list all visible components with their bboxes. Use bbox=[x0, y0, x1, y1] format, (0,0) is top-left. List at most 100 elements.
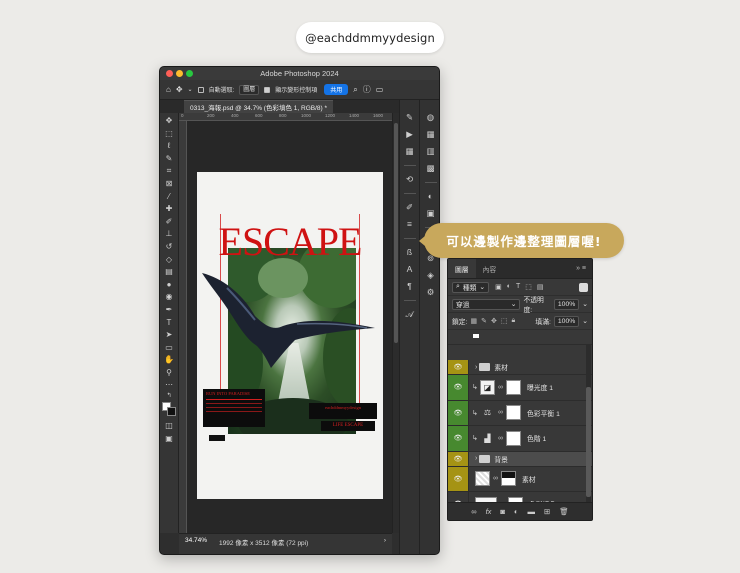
quick-select-tool-icon[interactable]: ✎ bbox=[163, 153, 176, 166]
link-icon[interactable]: ∞ bbox=[498, 384, 503, 391]
tab-layers[interactable]: 圖層 bbox=[448, 259, 476, 278]
blend-mode-dropdown[interactable]: 穿過 ⌄ bbox=[452, 298, 521, 310]
zoom-window-button[interactable] bbox=[186, 70, 193, 77]
chevron-right-icon[interactable]: › bbox=[475, 455, 477, 462]
eye-icon[interactable]: 👁︎ bbox=[448, 466, 469, 491]
lock-all-icon[interactable]: 🔒︎ bbox=[511, 317, 515, 325]
help-icon[interactable]: ⓘ bbox=[363, 84, 371, 95]
paths-icon[interactable]: ⚙ bbox=[424, 285, 438, 299]
clone-stamp-tool-icon[interactable]: ⊥ bbox=[163, 228, 176, 241]
eye-icon[interactable]: 👁︎ bbox=[448, 426, 469, 451]
background-color-swatch[interactable] bbox=[167, 407, 176, 417]
color-wheel-icon[interactable]: ◍ bbox=[424, 110, 438, 124]
vertical-scrollbar[interactable] bbox=[392, 113, 399, 533]
new-adjustment-icon[interactable]: ◐ bbox=[514, 507, 519, 516]
properties-icon[interactable]: ▣ bbox=[424, 206, 438, 220]
layers-scrollbar[interactable] bbox=[586, 345, 591, 503]
filter-toggle[interactable] bbox=[579, 282, 588, 292]
chevron-down-icon[interactable]: ⌄ bbox=[188, 86, 193, 93]
search-icon[interactable]: ⌕ bbox=[353, 85, 357, 95]
chevron-down-icon[interactable]: ⌄ bbox=[582, 300, 588, 308]
typekit-icon[interactable]: 𝒜 bbox=[403, 307, 417, 321]
lock-pixels-icon[interactable]: ✎ bbox=[481, 317, 487, 325]
scroll-thumb[interactable] bbox=[586, 387, 591, 497]
add-mask-icon[interactable]: ◙ bbox=[500, 507, 505, 516]
auto-select-dropdown[interactable]: 圖層 bbox=[239, 84, 260, 95]
blur-tool-icon[interactable]: ● bbox=[163, 279, 176, 292]
layer-group-assets[interactable]: 👁︎ › 素材 bbox=[448, 360, 592, 375]
layer-mask-thumbnail[interactable] bbox=[506, 430, 521, 446]
layer-levels[interactable]: 👁︎ ↳ ▟ ∞ 色階 1 bbox=[448, 426, 592, 452]
adjustment-filter-icon[interactable]: ◐ bbox=[507, 283, 511, 291]
layer-image-assets[interactable]: 👁︎ ∞ 素材 bbox=[448, 466, 592, 492]
eye-icon[interactable]: 👁︎ bbox=[448, 360, 469, 374]
eyedropper-tool-icon[interactable]: ⁄ bbox=[163, 191, 176, 204]
history-icon[interactable]: ⟲ bbox=[403, 172, 417, 186]
rectangle-tool-icon[interactable]: ▭ bbox=[163, 342, 176, 355]
layer-exposure[interactable]: 👁︎ ↳ ◪ ∞ 曝光度 1 bbox=[448, 375, 592, 401]
share-button[interactable]: 共用 bbox=[324, 84, 349, 95]
transform-controls-checkbox[interactable] bbox=[264, 86, 271, 93]
status-arrow-icon[interactable]: › bbox=[384, 537, 386, 544]
layer-group-background[interactable]: 👁︎ › 背景 bbox=[448, 451, 592, 467]
more-tools-icon[interactable]: ⋯ bbox=[163, 379, 176, 392]
document-tab[interactable]: 0313_海報.psd @ 34.7% (色彩填色 1, RGB/8) * bbox=[184, 100, 334, 113]
new-group-icon[interactable]: ▬ bbox=[527, 507, 535, 516]
home-icon[interactable]: ⌂ bbox=[166, 85, 171, 94]
layer-mask-thumbnail[interactable] bbox=[506, 405, 521, 421]
minimize-window-button[interactable] bbox=[176, 70, 183, 77]
lock-position-icon[interactable]: ✥ bbox=[491, 317, 497, 325]
layer-color-balance[interactable]: 👁︎ ↳ ⚖ ∞ 色彩平衡 1 bbox=[448, 400, 592, 426]
eye-icon[interactable]: 👁︎ bbox=[448, 375, 469, 400]
shape-filter-icon[interactable]: ⬚ bbox=[525, 283, 532, 291]
opacity-field[interactable]: 100% bbox=[553, 298, 580, 310]
quick-mask-icon[interactable]: ◫ bbox=[163, 420, 176, 433]
move-tool-icon[interactable]: ✥ bbox=[176, 85, 183, 94]
dodge-tool-icon[interactable]: ◉ bbox=[163, 291, 176, 304]
new-layer-icon[interactable]: ⊞ bbox=[544, 507, 550, 516]
trash-icon[interactable]: 🗑︎ bbox=[559, 507, 569, 516]
hand-tool-icon[interactable]: ✋ bbox=[163, 354, 176, 367]
pen-tool-icon[interactable]: ✒ bbox=[163, 304, 176, 317]
canvas-area[interactable]: ESCAPE RUN INTO PARADISE eachddmmyydesig… bbox=[187, 121, 392, 533]
lasso-tool-icon[interactable]: ℓ bbox=[163, 140, 176, 153]
scroll-thumb[interactable] bbox=[394, 123, 398, 343]
image-layer-thumbnail[interactable] bbox=[475, 471, 490, 487]
paragraph-icon[interactable]: ¶ bbox=[403, 279, 417, 293]
link-icon[interactable]: ∞ bbox=[498, 435, 503, 442]
glyphs-icon[interactable]: ß bbox=[403, 245, 417, 259]
brush-settings-icon[interactable]: ✐ bbox=[403, 200, 417, 214]
crop-tool-icon[interactable]: ⌗ bbox=[163, 165, 176, 178]
layer-mask-thumbnail[interactable] bbox=[501, 471, 516, 487]
type-tool-icon[interactable]: T bbox=[163, 317, 176, 330]
zoom-level[interactable]: 34.74% bbox=[185, 537, 207, 544]
lock-transparency-icon[interactable]: ▦ bbox=[470, 317, 477, 325]
frame-tool-icon[interactable]: ⊠ bbox=[163, 178, 176, 191]
gradients-icon[interactable]: ▥ bbox=[424, 144, 438, 158]
pixel-filter-icon[interactable]: ▣ bbox=[495, 283, 502, 291]
document-info[interactable]: 1992 像素 x 3512 像素 (72 ppi) bbox=[219, 537, 308, 547]
color-swatches[interactable] bbox=[162, 402, 176, 417]
smart-object-filter-icon[interactable]: ▤ bbox=[537, 283, 544, 291]
artboard-lock-icon[interactable]: ⬚ bbox=[501, 317, 508, 325]
poster-artboard[interactable]: ESCAPE RUN INTO PARADISE eachddmmyydesig… bbox=[197, 172, 383, 499]
history-brush-tool-icon[interactable]: ↺ bbox=[163, 241, 176, 254]
tab-properties[interactable]: 內容 bbox=[476, 259, 504, 278]
marquee-tool-icon[interactable]: ⬚ bbox=[163, 128, 176, 141]
swatches-icon[interactable]: ▦ bbox=[424, 127, 438, 141]
fx-icon[interactable]: fx bbox=[486, 507, 492, 516]
chevron-right-icon[interactable]: › bbox=[475, 364, 477, 371]
healing-brush-tool-icon[interactable]: ✚ bbox=[163, 203, 176, 216]
auto-select-checkbox[interactable] bbox=[197, 86, 204, 93]
layers-icon[interactable]: ◈ bbox=[424, 268, 438, 282]
brush-preset-icon[interactable]: ✎ bbox=[403, 110, 417, 124]
workspace-icon[interactable]: ▭ bbox=[376, 85, 384, 94]
eye-icon[interactable]: 👁︎ bbox=[448, 451, 469, 466]
patterns-icon[interactable]: ▩ bbox=[424, 161, 438, 175]
close-window-button[interactable] bbox=[166, 70, 173, 77]
character-icon[interactable]: A bbox=[403, 262, 417, 276]
screen-mode-icon[interactable]: ▣ bbox=[163, 433, 176, 446]
link-icon[interactable]: ∞ bbox=[493, 475, 498, 482]
fill-field[interactable]: 100% bbox=[553, 315, 580, 327]
link-icon[interactable]: ∞ bbox=[498, 409, 503, 416]
